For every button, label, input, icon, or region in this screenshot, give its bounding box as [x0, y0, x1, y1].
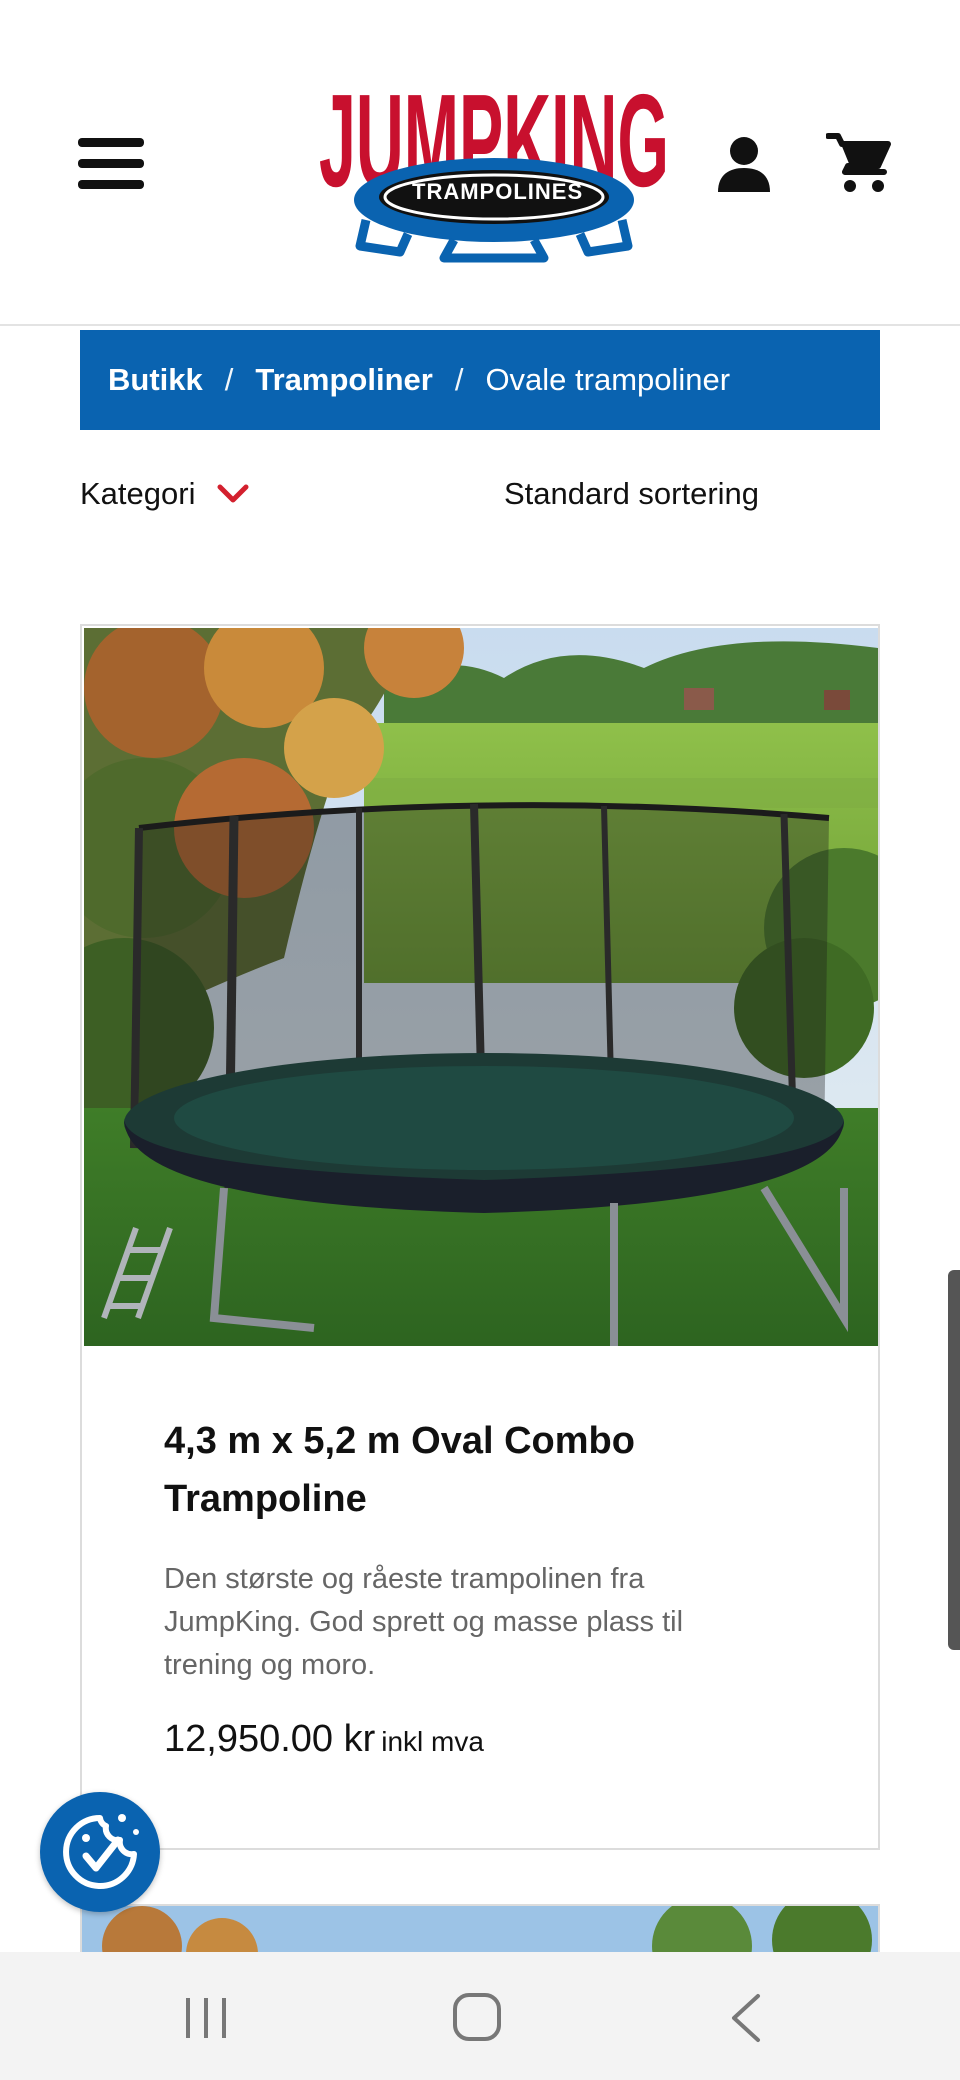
category-label: Kategori [80, 476, 196, 511]
recent-apps-button[interactable] [176, 1988, 236, 2048]
back-button[interactable] [718, 1988, 778, 2048]
price-value: 12,950.00 kr [164, 1718, 376, 1760]
filter-bar: Kategori Standard sortering [80, 468, 880, 524]
logo-subtext: TRAMPOLINES [412, 179, 584, 204]
breadcrumb-separator: / [224, 362, 234, 397]
user-icon [718, 137, 770, 192]
cart-icon [825, 133, 891, 192]
sort-dropdown[interactable]: Standard sortering [504, 476, 759, 512]
recent-apps-icon [186, 1998, 226, 2038]
cookie-check-icon [63, 1814, 139, 1889]
chevron-down-icon [217, 484, 249, 503]
cookie-consent-button[interactable] [40, 1792, 160, 1912]
product-image-next [82, 1906, 878, 1954]
hamburger-icon-bar [78, 159, 144, 168]
back-icon [732, 1994, 760, 2042]
breadcrumb-separator: / [454, 362, 464, 397]
cart-button[interactable] [825, 130, 892, 194]
home-button[interactable] [448, 1988, 508, 2048]
account-button[interactable] [716, 134, 772, 194]
site-header: JUMPKING TRAMPOLINES [0, 0, 960, 326]
product-card-next[interactable] [80, 1904, 880, 1954]
product-title[interactable]: 4,3 m x 5,2 m Oval Combo Trampoline [164, 1412, 784, 1528]
breadcrumb: Butikk / Trampoliner / Ovale trampoliner [80, 330, 880, 430]
category-dropdown[interactable]: Kategori [80, 476, 249, 512]
site-logo[interactable]: JUMPKING TRAMPOLINES [316, 58, 672, 264]
product-card[interactable]: 4,3 m x 5,2 m Oval Combo Trampoline Den … [80, 624, 880, 1850]
home-icon [453, 1993, 501, 2041]
menu-button[interactable] [78, 138, 146, 190]
trampoline-logo-graphic: JUMPKING [319, 67, 669, 263]
breadcrumb-link-trampoliner[interactable]: Trampoliner [255, 362, 432, 398]
trampoline-photo [84, 628, 878, 1346]
product-image[interactable] [84, 628, 878, 1346]
product-description: Den største og råeste trampolinen fra Ju… [164, 1563, 684, 1681]
breadcrumb-link-butikk[interactable]: Butikk [108, 362, 203, 398]
product-price: 12,950.00 kr inkl mva [164, 1718, 484, 1761]
edge-panel-handle[interactable] [948, 1270, 960, 1650]
price-tax-note: inkl mva [381, 1726, 484, 1757]
hamburger-icon [78, 138, 144, 147]
hamburger-icon-bar [78, 180, 144, 189]
breadcrumb-current: Ovale trampoliner [485, 362, 731, 397]
system-navigation-bar [0, 1952, 960, 2080]
